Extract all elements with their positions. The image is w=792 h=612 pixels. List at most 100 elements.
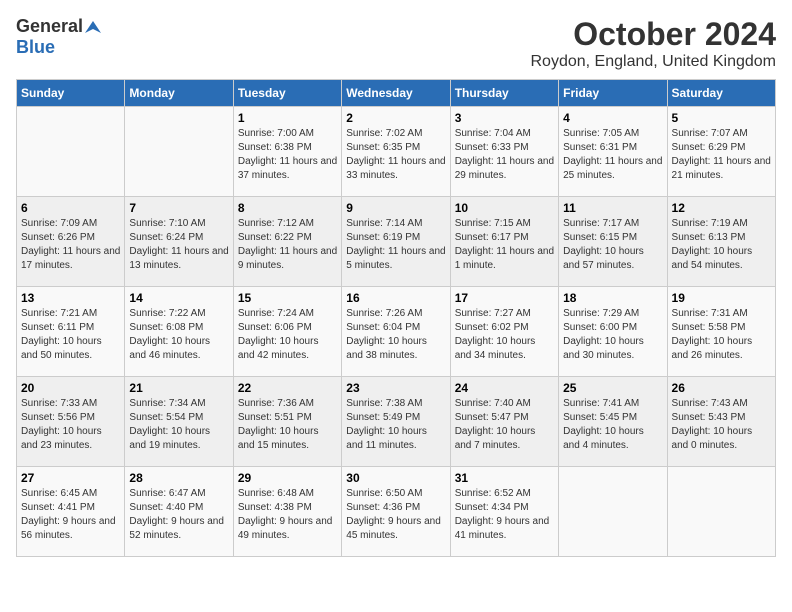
day-info: Sunrise: 7:43 AMSunset: 5:43 PMDaylight:… (672, 397, 771, 453)
logo-general-text: General (16, 16, 83, 37)
calendar-cell: 7 Sunrise: 7:10 AMSunset: 6:24 PMDayligh… (125, 197, 233, 287)
calendar-table: SundayMondayTuesdayWednesdayThursdayFrid… (16, 79, 776, 557)
day-number: 8 (238, 201, 337, 215)
day-info: Sunrise: 7:14 AMSunset: 6:19 PMDaylight:… (346, 217, 445, 273)
day-info: Sunrise: 7:21 AMSunset: 6:11 PMDaylight:… (21, 307, 120, 363)
day-number: 17 (455, 291, 554, 305)
day-number: 9 (346, 201, 445, 215)
day-number: 19 (672, 291, 771, 305)
calendar-cell: 28 Sunrise: 6:47 AMSunset: 4:40 PMDaylig… (125, 467, 233, 557)
calendar-cell: 23 Sunrise: 7:38 AMSunset: 5:49 PMDaylig… (342, 377, 450, 467)
calendar-cell: 26 Sunrise: 7:43 AMSunset: 5:43 PMDaylig… (667, 377, 775, 467)
day-info: Sunrise: 7:33 AMSunset: 5:56 PMDaylight:… (21, 397, 120, 453)
day-number: 6 (21, 201, 120, 215)
logo: General Blue (16, 16, 101, 58)
weekday-header-sunday: Sunday (17, 80, 125, 107)
day-info: Sunrise: 7:15 AMSunset: 6:17 PMDaylight:… (455, 217, 554, 273)
calendar-cell: 17 Sunrise: 7:27 AMSunset: 6:02 PMDaylig… (450, 287, 558, 377)
day-number: 26 (672, 381, 771, 395)
day-info: Sunrise: 6:48 AMSunset: 4:38 PMDaylight:… (238, 487, 337, 543)
day-number: 31 (455, 471, 554, 485)
day-info: Sunrise: 6:47 AMSunset: 4:40 PMDaylight:… (129, 487, 228, 543)
calendar-cell: 11 Sunrise: 7:17 AMSunset: 6:15 PMDaylig… (559, 197, 667, 287)
calendar-cell: 25 Sunrise: 7:41 AMSunset: 5:45 PMDaylig… (559, 377, 667, 467)
day-number: 12 (672, 201, 771, 215)
calendar-cell: 2 Sunrise: 7:02 AMSunset: 6:35 PMDayligh… (342, 107, 450, 197)
calendar-cell: 10 Sunrise: 7:15 AMSunset: 6:17 PMDaylig… (450, 197, 558, 287)
calendar-cell (125, 107, 233, 197)
weekday-header-row: SundayMondayTuesdayWednesdayThursdayFrid… (17, 80, 776, 107)
calendar-cell: 16 Sunrise: 7:26 AMSunset: 6:04 PMDaylig… (342, 287, 450, 377)
calendar-cell: 8 Sunrise: 7:12 AMSunset: 6:22 PMDayligh… (233, 197, 341, 287)
day-info: Sunrise: 6:45 AMSunset: 4:41 PMDaylight:… (21, 487, 120, 543)
calendar-cell: 20 Sunrise: 7:33 AMSunset: 5:56 PMDaylig… (17, 377, 125, 467)
weekday-header-monday: Monday (125, 80, 233, 107)
day-number: 20 (21, 381, 120, 395)
day-info: Sunrise: 7:02 AMSunset: 6:35 PMDaylight:… (346, 127, 445, 183)
day-info: Sunrise: 7:22 AMSunset: 6:08 PMDaylight:… (129, 307, 228, 363)
calendar-cell (17, 107, 125, 197)
day-info: Sunrise: 7:12 AMSunset: 6:22 PMDaylight:… (238, 217, 337, 273)
calendar-cell: 3 Sunrise: 7:04 AMSunset: 6:33 PMDayligh… (450, 107, 558, 197)
week-row-5: 27 Sunrise: 6:45 AMSunset: 4:41 PMDaylig… (17, 467, 776, 557)
calendar-cell (667, 467, 775, 557)
day-number: 5 (672, 111, 771, 125)
calendar-cell (559, 467, 667, 557)
calendar-cell: 24 Sunrise: 7:40 AMSunset: 5:47 PMDaylig… (450, 377, 558, 467)
calendar-cell: 18 Sunrise: 7:29 AMSunset: 6:00 PMDaylig… (559, 287, 667, 377)
calendar-cell: 27 Sunrise: 6:45 AMSunset: 4:41 PMDaylig… (17, 467, 125, 557)
day-number: 14 (129, 291, 228, 305)
calendar-cell: 22 Sunrise: 7:36 AMSunset: 5:51 PMDaylig… (233, 377, 341, 467)
day-info: Sunrise: 6:50 AMSunset: 4:36 PMDaylight:… (346, 487, 445, 543)
month-title: October 2024 (531, 16, 777, 53)
weekday-header-thursday: Thursday (450, 80, 558, 107)
calendar-cell: 12 Sunrise: 7:19 AMSunset: 6:13 PMDaylig… (667, 197, 775, 287)
day-info: Sunrise: 7:38 AMSunset: 5:49 PMDaylight:… (346, 397, 445, 453)
day-info: Sunrise: 7:04 AMSunset: 6:33 PMDaylight:… (455, 127, 554, 183)
logo-bird-icon (85, 19, 101, 35)
calendar-cell: 21 Sunrise: 7:34 AMSunset: 5:54 PMDaylig… (125, 377, 233, 467)
day-info: Sunrise: 7:27 AMSunset: 6:02 PMDaylight:… (455, 307, 554, 363)
calendar-cell: 13 Sunrise: 7:21 AMSunset: 6:11 PMDaylig… (17, 287, 125, 377)
header-area: General Blue October 2024 Roydon, Englan… (16, 16, 776, 71)
day-number: 2 (346, 111, 445, 125)
calendar-cell: 1 Sunrise: 7:00 AMSunset: 6:38 PMDayligh… (233, 107, 341, 197)
weekday-header-saturday: Saturday (667, 80, 775, 107)
day-number: 16 (346, 291, 445, 305)
day-info: Sunrise: 6:52 AMSunset: 4:34 PMDaylight:… (455, 487, 554, 543)
day-number: 7 (129, 201, 228, 215)
calendar-cell: 9 Sunrise: 7:14 AMSunset: 6:19 PMDayligh… (342, 197, 450, 287)
day-number: 18 (563, 291, 662, 305)
day-number: 21 (129, 381, 228, 395)
calendar-cell: 30 Sunrise: 6:50 AMSunset: 4:36 PMDaylig… (342, 467, 450, 557)
week-row-2: 6 Sunrise: 7:09 AMSunset: 6:26 PMDayligh… (17, 197, 776, 287)
day-info: Sunrise: 7:31 AMSunset: 5:58 PMDaylight:… (672, 307, 771, 363)
calendar-cell: 6 Sunrise: 7:09 AMSunset: 6:26 PMDayligh… (17, 197, 125, 287)
calendar-cell: 4 Sunrise: 7:05 AMSunset: 6:31 PMDayligh… (559, 107, 667, 197)
day-number: 29 (238, 471, 337, 485)
day-info: Sunrise: 7:24 AMSunset: 6:06 PMDaylight:… (238, 307, 337, 363)
day-info: Sunrise: 7:09 AMSunset: 6:26 PMDaylight:… (21, 217, 120, 273)
day-number: 15 (238, 291, 337, 305)
calendar-cell: 29 Sunrise: 6:48 AMSunset: 4:38 PMDaylig… (233, 467, 341, 557)
day-number: 28 (129, 471, 228, 485)
day-info: Sunrise: 7:34 AMSunset: 5:54 PMDaylight:… (129, 397, 228, 453)
week-row-1: 1 Sunrise: 7:00 AMSunset: 6:38 PMDayligh… (17, 107, 776, 197)
day-info: Sunrise: 7:29 AMSunset: 6:00 PMDaylight:… (563, 307, 662, 363)
calendar-cell: 15 Sunrise: 7:24 AMSunset: 6:06 PMDaylig… (233, 287, 341, 377)
day-info: Sunrise: 7:41 AMSunset: 5:45 PMDaylight:… (563, 397, 662, 453)
location-text: Roydon, England, United Kingdom (531, 53, 777, 71)
day-number: 13 (21, 291, 120, 305)
calendar-cell: 5 Sunrise: 7:07 AMSunset: 6:29 PMDayligh… (667, 107, 775, 197)
day-number: 30 (346, 471, 445, 485)
day-number: 1 (238, 111, 337, 125)
day-info: Sunrise: 7:05 AMSunset: 6:31 PMDaylight:… (563, 127, 662, 183)
day-number: 23 (346, 381, 445, 395)
day-number: 25 (563, 381, 662, 395)
calendar-cell: 31 Sunrise: 6:52 AMSunset: 4:34 PMDaylig… (450, 467, 558, 557)
day-number: 22 (238, 381, 337, 395)
weekday-header-friday: Friday (559, 80, 667, 107)
weekday-header-tuesday: Tuesday (233, 80, 341, 107)
day-number: 24 (455, 381, 554, 395)
weekday-header-wednesday: Wednesday (342, 80, 450, 107)
